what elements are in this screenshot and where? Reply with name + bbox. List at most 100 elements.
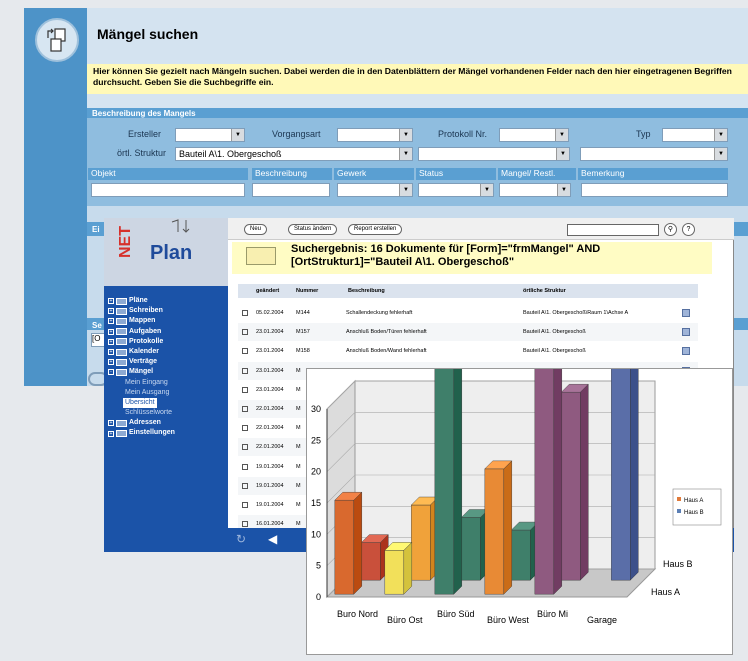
nav-item-plaene[interactable]: + Pläne: [108, 296, 226, 306]
typ-select[interactable]: [662, 128, 728, 142]
nav-item-kalender[interactable]: + Kalender: [108, 347, 226, 357]
legend-label: Haus A: [684, 498, 703, 504]
expand-icon[interactable]: +: [108, 359, 114, 366]
row-date: 22.01.2004: [256, 444, 284, 451]
nav-item-protokolle[interactable]: + Protokolle: [108, 337, 226, 347]
ersteller-select[interactable]: [175, 128, 245, 142]
row-structure: Bauteil A\1. Obergeschoß\Raum 1\Achse A: [523, 310, 629, 316]
netplan-logo: NET Plan: [104, 218, 228, 286]
row-checkbox[interactable]: [242, 502, 248, 508]
protokoll-nr-label: Protokoll Nr.: [438, 129, 488, 139]
row-checkbox[interactable]: [242, 463, 248, 470]
expand-icon[interactable]: +: [108, 318, 114, 325]
ersteller-label: Ersteller: [128, 129, 162, 139]
table-row[interactable]: 23.01.2004 M157 Anschluß Boden/Türen fehle…: [238, 323, 698, 342]
x-tick-label: Büro Ost: [387, 615, 423, 625]
grid-header-beschreibung[interactable]: Beschreibung: [348, 288, 385, 294]
row-number: M157: [296, 329, 310, 336]
col-beschreibung: Beschreibung: [252, 168, 332, 180]
protocol-icon: [116, 338, 127, 346]
expand-icon[interactable]: +: [108, 349, 114, 356]
bar-haus-b-face: [411, 504, 431, 581]
row-checkbox[interactable]: [242, 521, 248, 528]
logo-plan-text: Plan: [150, 242, 193, 264]
row-checkbox[interactable]: [242, 444, 248, 451]
expand-icon[interactable]: +: [108, 308, 114, 315]
legend-box: [672, 488, 722, 526]
nav-item-vertraege[interactable]: + Verträge: [108, 357, 226, 367]
bar-haus-a: [534, 360, 563, 595]
new-button[interactable]: Neu: [244, 224, 268, 235]
objekt-input[interactable]: [91, 183, 245, 197]
row-checkbox[interactable]: [242, 329, 248, 336]
nav-sub-schluesselworte[interactable]: Schlüsselworte: [108, 408, 226, 418]
report-button[interactable]: Report erstellen: [348, 224, 403, 235]
row-number: M: [296, 425, 301, 432]
nav-item-einstellungen[interactable]: + Einstellungen: [108, 428, 226, 438]
chart-svg: 0 5 10 15 20 25 30 Buro Nord Büro Ost Büro Süd Bür…: [311, 335, 722, 625]
grid-header-oertliche-struktur[interactable]: örtliche Struktur: [523, 288, 566, 294]
y-tick-label: 25: [311, 435, 321, 445]
expand-icon[interactable]: +: [108, 338, 114, 345]
settings-icon: [116, 430, 127, 438]
beschreibung-input[interactable]: [252, 183, 330, 197]
nav-item-mappen[interactable]: + Mappen: [108, 316, 226, 326]
nav-item-maengel[interactable]: - Mängel: [108, 367, 226, 377]
bar-haus-a: [484, 460, 513, 595]
bar-haus-b-face: [461, 517, 481, 581]
bar-haus-a-face: [334, 499, 354, 595]
row-checkbox[interactable]: [242, 425, 248, 432]
row-description: Anschluß Boden/Türen fehlerhaft: [346, 329, 427, 336]
nav-sub-mein-eingang[interactable]: Mein Eingang: [108, 378, 226, 388]
grid-header-nummer[interactable]: Nummer: [296, 288, 318, 294]
nav-sub-uebersicht[interactable]: Übersicht: [123, 397, 157, 409]
collapse-icon[interactable]: -: [108, 369, 114, 376]
table-row[interactable]: 23.01.2004 M158 Anschluß Boden/Wand fehler…: [238, 342, 698, 361]
row-checkbox[interactable]: [242, 310, 248, 316]
depth-label-haus-a: Haus A: [651, 587, 680, 597]
help-icon[interactable]: ?: [682, 223, 695, 236]
expand-icon[interactable]: +: [108, 420, 114, 427]
status-select[interactable]: [418, 183, 494, 197]
expand-icon[interactable]: +: [108, 430, 114, 437]
mangel-restl-select[interactable]: [499, 183, 571, 197]
bemerkung-input[interactable]: [581, 183, 728, 197]
row-checkbox[interactable]: [242, 482, 248, 489]
ortl-struktur-2-select[interactable]: [418, 147, 570, 161]
legend-swatch: [677, 497, 681, 501]
row-checkbox[interactable]: [242, 406, 248, 412]
row-date: 23.01.2004: [256, 329, 284, 336]
table-row[interactable]: 05.02.2004 M144 Schallendeckung fehlerhaft…: [238, 304, 698, 322]
back-arrow-icon[interactable]: ◀: [268, 532, 277, 546]
col-bemerkung: Bemerkung: [578, 168, 728, 180]
row-checkbox[interactable]: [242, 367, 248, 374]
refresh-icon[interactable]: ↻: [236, 532, 246, 546]
gewerk-select[interactable]: [337, 183, 413, 197]
nav-item-aufgaben[interactable]: + Aufgaben: [108, 327, 226, 337]
quick-search-input[interactable]: [567, 224, 659, 236]
nav-sub-mein-ausgang[interactable]: Mein Ausgang: [108, 388, 226, 398]
ortl-struktur-select[interactable]: Bauteil A\1. Obergeschoß: [175, 147, 413, 161]
bar-haus-a-face: [553, 360, 563, 595]
bar-haus-a: [334, 491, 363, 595]
expand-icon[interactable]: +: [108, 298, 114, 305]
protokoll-nr-select[interactable]: [499, 128, 569, 142]
ortl-struktur-3-select[interactable]: [580, 147, 728, 161]
nav-item-schreiben[interactable]: + Schreiben: [108, 306, 226, 316]
x-tick-label: Garage: [587, 615, 617, 625]
y-tick-label: 30: [311, 404, 321, 414]
grid-header-geaendert[interactable]: geändert: [256, 288, 279, 294]
row-checkbox[interactable]: [242, 348, 248, 355]
search-icon[interactable]: ⚲: [664, 223, 677, 236]
nav-label: Mängel: [129, 368, 154, 376]
nav-item-adressen[interactable]: + Adressen: [108, 418, 226, 428]
status-change-button[interactable]: Status ändern: [288, 224, 338, 235]
plans-icon: [116, 297, 127, 305]
vorgangsart-select[interactable]: [337, 128, 413, 142]
row-checkbox[interactable]: [242, 386, 248, 393]
defect-icon: [116, 368, 127, 376]
expand-icon[interactable]: +: [108, 328, 114, 335]
row-date: 23.01.2004: [256, 348, 284, 355]
row-status-icon: [682, 309, 690, 317]
bar-haus-b-face: [361, 542, 381, 581]
